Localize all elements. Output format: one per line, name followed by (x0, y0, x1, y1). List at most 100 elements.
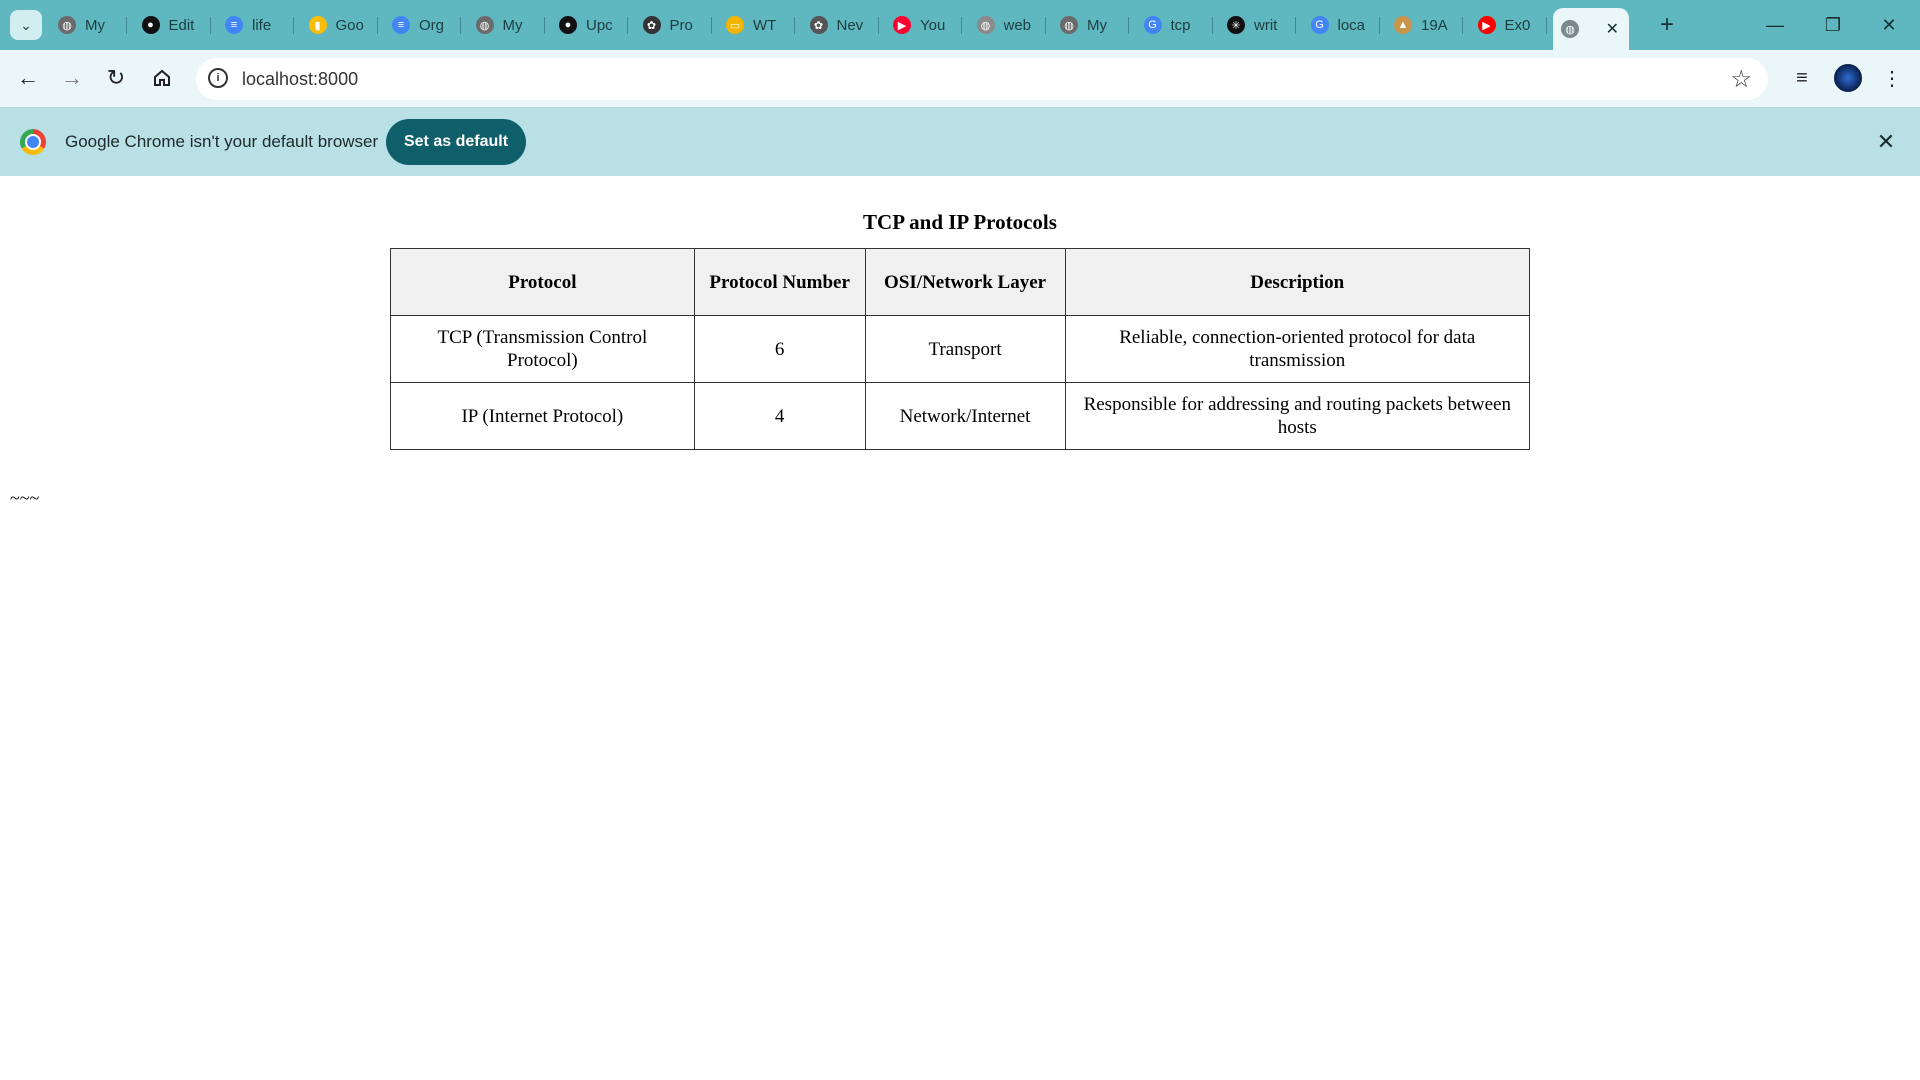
tab-close-icon[interactable]: ✕ (1606, 19, 1619, 39)
tab[interactable]: ◍ My (468, 8, 545, 42)
close-icon: ✕ (1876, 129, 1896, 154)
close-window-button[interactable]: ✕ (1866, 8, 1912, 42)
more-vertical-icon: ⋮ (1882, 67, 1902, 90)
back-button[interactable]: ← (12, 62, 44, 94)
site-info-icon[interactable]: i (208, 68, 228, 88)
tab[interactable]: ◍ My (50, 8, 127, 42)
tab[interactable]: ▶ You (885, 8, 962, 42)
tab[interactable]: ▮ Goo (301, 8, 378, 42)
address-bar[interactable]: i localhost:8000 ☆ (196, 58, 1768, 100)
chevron-down-icon: ⌄ (20, 16, 32, 33)
infobar-close-button[interactable]: ✕ (1872, 128, 1900, 156)
home-icon (154, 69, 170, 86)
url-text[interactable]: localhost:8000 (242, 69, 358, 90)
tab[interactable]: Gloca (1303, 8, 1380, 42)
tab[interactable]: ▲ 19A (1386, 8, 1463, 42)
tab-label: Org (419, 16, 445, 34)
docs-icon: ≡ (392, 16, 410, 34)
table-header-row: Protocol Protocol Number OSI/Network Lay… (390, 248, 1531, 316)
table-caption: TCP and IP Protocols (863, 210, 1057, 234)
slides-icon: ▭ (726, 16, 744, 34)
openai-icon: ✿ (809, 16, 828, 34)
restore-button[interactable]: ❐ (1810, 8, 1856, 42)
media-control-button[interactable]: ≡ (1786, 62, 1818, 94)
cell-description: Responsible for addressing and routing p… (1064, 382, 1531, 450)
restore-icon: ❐ (1824, 14, 1842, 35)
tab-label: WT (753, 16, 777, 34)
tab[interactable]: ✿ Nev (802, 8, 879, 42)
tab-strip: ⌄ ◍ My ● Edit ≡ life ▮ Goo ≡ Org ◍ My ● Upc ✿ Pro ▭ WT ✿ Ne… (0, 0, 1920, 50)
reload-icon: ↻ (106, 65, 126, 90)
default-browser-infobar: Google Chrome isn't your default browser… (0, 108, 1920, 176)
globe-icon: ◍ (976, 16, 995, 34)
browser-toolbar: ← → ↻ i localhost:8000 ☆ ≡ ⋮ (0, 50, 1920, 108)
tab-active[interactable]: ◍ ✕ (1553, 8, 1629, 50)
tab[interactable]: ▭ WT (718, 8, 795, 42)
footer-text: ~~~ (10, 488, 40, 508)
tab-label: Upc (586, 16, 613, 34)
tab-label: web (1003, 16, 1032, 34)
cell-protocol-number: 4 (693, 382, 866, 450)
arrow-right-icon: → (61, 65, 83, 90)
set-as-default-button[interactable]: Set as default (386, 119, 526, 165)
playlist-icon: ≡ (1796, 66, 1808, 89)
plus-icon: + (1659, 11, 1674, 38)
new-tab-button[interactable]: + (1652, 10, 1682, 40)
home-button[interactable] (146, 62, 178, 94)
youtube-icon: ▶ (1477, 16, 1496, 34)
tab-label: writ (1254, 16, 1278, 34)
menu-button[interactable]: ⋮ (1876, 62, 1908, 94)
globe-icon: ◍ (1561, 20, 1579, 38)
tab-label: loca (1337, 16, 1366, 34)
minimize-icon: — (1766, 14, 1784, 35)
tab-label: My (85, 16, 105, 34)
page-content: TCP and IP Protocols Protocol Protocol N… (0, 176, 1920, 1080)
docs-icon: ≡ (225, 16, 243, 34)
forward-button[interactable]: → (56, 62, 88, 94)
tab[interactable]: ≡ Org (384, 8, 461, 42)
github-icon: ● (141, 16, 160, 34)
tab[interactable]: ✳ writ (1219, 8, 1296, 42)
tab-label: tcp (1170, 16, 1191, 34)
protocol-table: Protocol Protocol Number OSI/Network Lay… (390, 248, 1531, 450)
tab-search-button[interactable]: ⌄ (10, 10, 42, 40)
tab[interactable]: ✿ Pro (635, 8, 712, 42)
image-icon: ▲ (1394, 16, 1412, 34)
cell-layer: Transport (864, 315, 1066, 383)
cell-protocol: IP (Internet Protocol) (390, 382, 695, 450)
profile-avatar[interactable] (1834, 64, 1862, 92)
header-protocol-number: Protocol Number (693, 248, 866, 316)
bookmark-star-icon[interactable]: ☆ (1730, 65, 1752, 94)
openai-icon: ✿ (642, 16, 661, 34)
perplexity-icon: ✳ (1227, 16, 1245, 34)
tab[interactable]: ▶ Ex0 (1470, 8, 1547, 42)
tab-label: Nev (836, 16, 864, 34)
infobar-message: Google Chrome isn't your default browser (65, 132, 379, 151)
globe-icon: ◍ (1060, 16, 1078, 34)
tab[interactable]: ● Upc (551, 8, 628, 42)
tab-list: ◍ My ● Edit ≡ life ▮ Goo ≡ Org ◍ My ● Upc ✿ Pro ▭ WT ✿ Nev ▶… (50, 0, 1643, 50)
arrow-left-icon: ← (17, 65, 39, 90)
table-row: TCP (Transmission Control Protocol) 6 Tr… (390, 315, 1531, 383)
header-protocol: Protocol (390, 248, 695, 316)
tab[interactable]: Gtcp (1136, 8, 1213, 42)
tab-label: Goo (335, 16, 364, 34)
reload-button[interactable]: ↻ (100, 62, 132, 94)
tab-label: 19A (1421, 16, 1448, 34)
table-row: IP (Internet Protocol) 4 Network/Interne… (390, 382, 1531, 450)
google-icon: G (1143, 16, 1162, 34)
tab[interactable]: ◍ web (969, 8, 1046, 42)
tab[interactable]: ● Edit (134, 8, 211, 42)
tab[interactable]: ≡ life (217, 8, 294, 42)
tab-label: You (920, 16, 946, 34)
tab-label: My (502, 16, 523, 34)
tab-label: life (252, 16, 272, 34)
tab[interactable]: ◍ My (1052, 8, 1129, 42)
youtube-music-icon: ▶ (893, 16, 911, 34)
tab-label: My (1087, 16, 1107, 34)
header-description: Description (1064, 248, 1531, 316)
keep-icon: ▮ (308, 16, 327, 34)
google-icon: G (1310, 16, 1329, 34)
cell-description: Reliable, connection-oriented protocol f… (1064, 315, 1531, 383)
minimize-button[interactable]: — (1752, 8, 1798, 42)
